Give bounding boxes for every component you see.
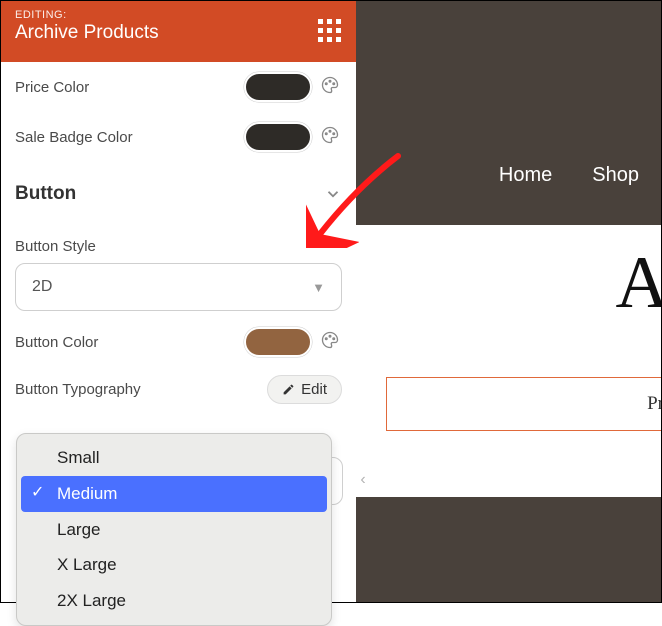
- size-option-medium[interactable]: ✓Medium: [21, 476, 327, 512]
- preview-box-text: Pr: [647, 393, 661, 415]
- button-section-title: Button: [15, 183, 324, 205]
- sale-badge-color-label: Sale Badge Color: [15, 129, 244, 146]
- size-dropdown: ✓Small ✓Medium ✓Large ✓X Large ✓2X Large: [16, 433, 332, 626]
- nav-home-link[interactable]: Home: [499, 164, 552, 187]
- preview-highlight-box: Pr: [386, 377, 661, 431]
- button-color-row: Button Color: [15, 317, 342, 367]
- edit-typography-button[interactable]: Edit: [267, 375, 342, 404]
- size-option-xlarge[interactable]: ✓X Large: [21, 547, 327, 583]
- pencil-icon: [282, 383, 295, 396]
- preview-footer: [356, 497, 661, 602]
- button-style-label: Button Style: [15, 238, 342, 255]
- button-style-select[interactable]: 2D ▼: [15, 263, 342, 311]
- collapse-panel-icon[interactable]: ‹: [356, 470, 370, 490]
- palette-icon[interactable]: [318, 330, 342, 355]
- editing-label: EDITING:: [15, 9, 342, 21]
- price-color-swatch[interactable]: [244, 72, 312, 102]
- price-color-row: Price Color: [15, 62, 342, 112]
- size-option-small[interactable]: ✓Small: [21, 440, 327, 476]
- button-typography-label: Button Typography: [15, 381, 267, 398]
- page-preview: ‹ Home Shop A Pr: [356, 1, 661, 602]
- preview-nav: Home Shop: [499, 164, 639, 187]
- button-color-label: Button Color: [15, 334, 244, 351]
- button-color-swatch[interactable]: [244, 327, 312, 357]
- sale-badge-color-swatch[interactable]: [244, 122, 312, 152]
- nav-shop-link[interactable]: Shop: [592, 164, 639, 187]
- panel-title: Archive Products: [15, 22, 342, 44]
- size-option-large[interactable]: ✓Large: [21, 512, 327, 548]
- button-section-header[interactable]: Button: [15, 168, 342, 220]
- button-typography-row: Button Typography Edit: [15, 367, 342, 411]
- caret-down-icon: ▼: [312, 280, 325, 295]
- module-grid-icon[interactable]: [318, 19, 342, 43]
- editor-panel: EDITING: Archive Products Price Color Sa…: [1, 1, 356, 602]
- preview-content: A Pr: [356, 225, 661, 497]
- chevron-down-icon: [324, 185, 342, 203]
- button-style-value: 2D: [32, 278, 52, 296]
- price-color-label: Price Color: [15, 79, 244, 96]
- preview-heading-fragment: A: [616, 241, 661, 326]
- edit-label: Edit: [301, 381, 327, 398]
- preview-hero: Home Shop: [356, 1, 661, 225]
- size-option-2xlarge[interactable]: ✓2X Large: [21, 583, 327, 619]
- palette-icon[interactable]: [318, 75, 342, 100]
- palette-icon[interactable]: [318, 125, 342, 150]
- panel-header: EDITING: Archive Products: [1, 1, 356, 62]
- sale-badge-color-row: Sale Badge Color: [15, 112, 342, 162]
